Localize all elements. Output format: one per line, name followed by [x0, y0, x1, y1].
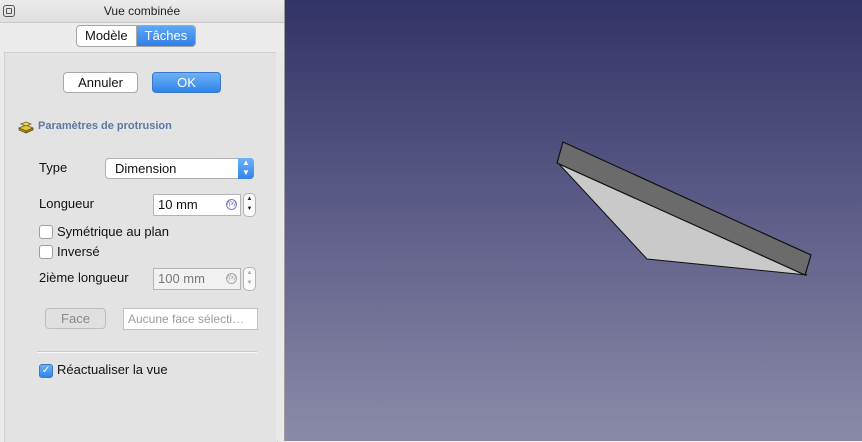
type-label: Type [39, 160, 68, 175]
type-select-value: Dimension [115, 161, 177, 176]
type-select[interactable]: Dimension ▲ ▼ [105, 158, 254, 179]
3d-model [556, 141, 812, 276]
reversed-label: Inversé [57, 244, 100, 259]
expression-icon[interactable]: f(x) [226, 199, 237, 210]
panel-titlebar: Vue combinée [0, 0, 284, 23]
length-input[interactable]: 10 mm f(x) [153, 194, 241, 216]
second-length-stepper[interactable]: ▲ ▼ [243, 267, 256, 291]
separator [37, 351, 257, 353]
second-length-input[interactable]: 100 mm f(x) [153, 268, 241, 290]
combo-view-panel: Vue combinée Modèle Tâches Annuler OK Pa… [0, 0, 285, 442]
face-field-placeholder: Aucune face sélecti… [128, 312, 245, 326]
expression-icon: f(x) [226, 273, 237, 284]
reversed-checkbox[interactable] [39, 245, 53, 259]
length-value: 10 mm [158, 197, 198, 212]
pad-icon [18, 121, 34, 134]
cancel-button[interactable]: Annuler [63, 72, 138, 93]
updown-arrows-icon: ▲ ▼ [238, 158, 254, 179]
length-label: Longueur [39, 196, 94, 211]
face-button[interactable]: Face [45, 308, 106, 329]
refresh-view-label: Réactualiser la vue [57, 362, 168, 377]
length-stepper[interactable]: ▲ ▼ [243, 193, 256, 217]
symmetric-label: Symétrique au plan [57, 224, 170, 239]
face-field[interactable]: Aucune face sélecti… [123, 308, 258, 330]
section-title: Paramètres de protrusion [38, 120, 172, 132]
second-length-label: 2ième longueur [39, 270, 129, 285]
second-length-value: 100 mm [158, 271, 205, 286]
float-window-icon[interactable] [3, 5, 15, 17]
ok-button[interactable]: OK [152, 72, 221, 93]
refresh-view-checkbox[interactable]: ✓ [39, 364, 53, 378]
tab-bar: Modèle Tâches [76, 25, 197, 47]
panel-scrollbar[interactable] [276, 52, 283, 441]
3d-viewport[interactable] [285, 0, 862, 441]
tab-tasks[interactable]: Tâches [135, 26, 196, 46]
tab-model[interactable]: Modèle [77, 26, 136, 46]
panel-title: Vue combinée [103, 4, 181, 18]
symmetric-checkbox[interactable] [39, 225, 53, 239]
